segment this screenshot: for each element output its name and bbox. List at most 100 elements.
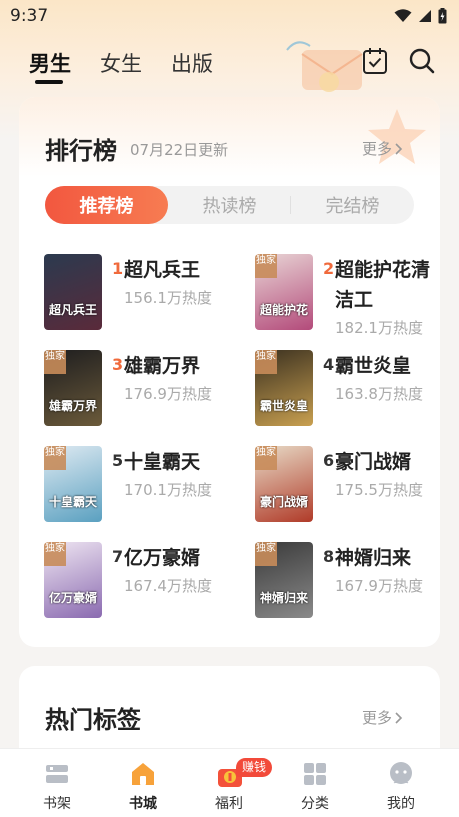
book-title: 超能护花清洁工 xyxy=(335,259,431,311)
hot-tags-title: 热门标签 xyxy=(45,706,141,734)
chevron-right-icon xyxy=(395,142,403,155)
book-rank-number: 3 xyxy=(112,355,124,374)
ranking-book-item[interactable]: 独家 超能护花 2 超能护花清洁工 182.1万热度 xyxy=(255,254,455,337)
exclusive-badge: 独家 xyxy=(44,542,66,566)
book-cover: 独家十皇霸天 xyxy=(44,446,102,522)
book-title: 豪门战婿 xyxy=(335,451,412,473)
status-bar: 9:37 xyxy=(0,0,459,32)
bottom-nav-bookstore[interactable]: 书城 xyxy=(108,749,178,817)
book-cover: 独家霸世炎皇 xyxy=(255,350,313,426)
status-icons xyxy=(394,8,447,24)
wifi-icon xyxy=(394,9,412,22)
book-rank-number: 8 xyxy=(323,547,335,566)
book-rank-number: 6 xyxy=(323,451,335,470)
bookshelf-icon xyxy=(46,765,68,783)
bottom-nav: 书架 书城 福利 分类 我的 xyxy=(0,748,459,817)
search-icon[interactable] xyxy=(408,47,436,75)
book-cover-title: 十皇霸天 xyxy=(48,495,97,509)
book-heat: 182.1万热度 xyxy=(335,319,423,337)
bottom-nav-profile-label: 我的 xyxy=(387,796,415,812)
bottom-nav-welfare-label: 福利 xyxy=(215,796,243,812)
exclusive-badge: 独家 xyxy=(255,350,277,374)
book-title: 亿万豪婿 xyxy=(124,547,201,569)
segment-recommend-label: 推荐榜 xyxy=(79,196,134,217)
tab-publish[interactable]: 出版 xyxy=(171,48,213,78)
exclusive-badge: 独家 xyxy=(44,446,66,470)
book-title: 十皇霸天 xyxy=(124,451,201,473)
hot-tags-more-link[interactable]: 更多 xyxy=(362,707,404,728)
book-cover: 超凡兵王 xyxy=(44,254,102,330)
hot-tags-more-label: 更多 xyxy=(362,709,393,727)
status-time: 9:37 xyxy=(10,6,49,26)
book-rank-number: 5 xyxy=(112,451,124,470)
segment-hot-read-label: 热读榜 xyxy=(202,196,257,217)
home-icon xyxy=(132,763,154,785)
book-cover: 独家 超能护花 xyxy=(255,254,313,330)
category-icon xyxy=(304,763,326,785)
ranking-segment-control: 推荐榜 热读榜 完结榜 xyxy=(45,186,414,224)
segment-hot-read[interactable]: 热读榜 xyxy=(168,186,291,224)
book-rank-number: 7 xyxy=(112,547,124,566)
bottom-nav-bookshelf-label: 书架 xyxy=(43,796,71,812)
book-cover: 独家豪门战婿 xyxy=(255,446,313,522)
book-rank-number: 4 xyxy=(323,355,335,374)
ranking-card: 排行榜 07月22日更新 更多 推荐榜 热读榜 完结榜 超凡兵王 1 超凡兵王 156… xyxy=(19,97,440,647)
book-cover-title: 霸世炎皇 xyxy=(259,399,308,413)
tab-male[interactable]: 男生 xyxy=(29,48,71,78)
tab-female[interactable]: 女生 xyxy=(100,48,142,78)
signal-icon xyxy=(419,10,431,22)
earn-badge: 赚钱 xyxy=(236,758,273,777)
ranking-book-item[interactable]: 独家 亿万豪婿 7 亿万豪婿 167.4万热度 xyxy=(44,542,244,622)
book-heat: 175.5万热度 xyxy=(335,481,423,499)
book-heat: 167.9万热度 xyxy=(335,577,423,595)
book-cover-title: 豪门战婿 xyxy=(259,495,308,509)
bottom-nav-profile[interactable]: 我的 xyxy=(366,749,436,817)
book-title: 雄霸万界 xyxy=(124,355,201,377)
ranking-update-date: 07月22日更新 xyxy=(130,141,229,159)
book-cover-title: 雄霸万界 xyxy=(48,399,97,413)
book-cover-title: 神婿归来 xyxy=(259,591,308,605)
book-cover: 独家雄霸万界 xyxy=(44,350,102,426)
book-title: 超凡兵王 xyxy=(124,259,201,281)
ranking-more-link[interactable]: 更多 xyxy=(362,138,404,159)
checkin-icon[interactable] xyxy=(362,47,388,75)
book-title: 神婿归来 xyxy=(335,547,412,569)
bottom-nav-bookstore-label: 书城 xyxy=(129,796,157,812)
book-heat: 176.9万热度 xyxy=(124,385,212,403)
ranking-book-item[interactable]: 独家 神婿归来 8 神婿归来 167.9万热度 xyxy=(255,542,455,622)
exclusive-badge: 独家 xyxy=(44,350,66,374)
book-rank-number: 1 xyxy=(112,259,124,278)
ranking-book-item[interactable]: 独家 霸世炎皇 4 霸世炎皇 163.8万热度 xyxy=(255,350,455,430)
decorative-envelope-icon xyxy=(286,41,363,92)
ranking-book-item[interactable]: 独家 十皇霸天 5 十皇霸天 170.1万热度 xyxy=(44,446,244,526)
ranking-book-item[interactable]: 独家 雄霸万界 3 雄霸万界 176.9万热度 xyxy=(44,350,244,430)
bottom-nav-category-label: 分类 xyxy=(301,796,329,812)
book-cover-title: 超凡兵王 xyxy=(48,303,97,317)
ranking-more-label: 更多 xyxy=(362,140,393,158)
segment-completed-label: 完结榜 xyxy=(325,196,380,217)
book-cover: 独家神婿归来 xyxy=(255,542,313,618)
profile-icon xyxy=(390,762,412,784)
exclusive-badge: 独家 xyxy=(255,446,277,470)
top-nav: 男生 女生 出版 xyxy=(0,42,459,86)
book-heat: 167.4万热度 xyxy=(124,577,212,595)
ranking-book-item[interactable]: 超凡兵王 1 超凡兵王 156.1万热度 xyxy=(44,254,244,334)
book-rank-number: 2 xyxy=(323,259,335,278)
exclusive-badge: 独家 xyxy=(255,254,277,278)
book-cover-title: 亿万豪婿 xyxy=(48,591,97,605)
book-cover: 独家亿万豪婿 xyxy=(44,542,102,618)
ranking-book-item[interactable]: 独家 豪门战婿 6 豪门战婿 175.5万热度 xyxy=(255,446,455,526)
exclusive-badge: 独家 xyxy=(255,542,277,566)
active-tab-indicator xyxy=(35,80,63,84)
book-title: 霸世炎皇 xyxy=(335,355,412,377)
segment-completed[interactable]: 完结榜 xyxy=(291,186,414,224)
bottom-nav-category[interactable]: 分类 xyxy=(280,749,350,817)
book-heat: 170.1万热度 xyxy=(124,481,212,499)
ranking-title: 排行榜 xyxy=(45,137,117,165)
segment-recommend[interactable]: 推荐榜 xyxy=(45,186,168,224)
book-heat: 156.1万热度 xyxy=(124,289,212,307)
battery-icon xyxy=(438,8,447,24)
bottom-nav-bookshelf[interactable]: 书架 xyxy=(22,749,92,817)
book-heat: 163.8万热度 xyxy=(335,385,423,403)
chevron-right-icon xyxy=(395,711,403,724)
